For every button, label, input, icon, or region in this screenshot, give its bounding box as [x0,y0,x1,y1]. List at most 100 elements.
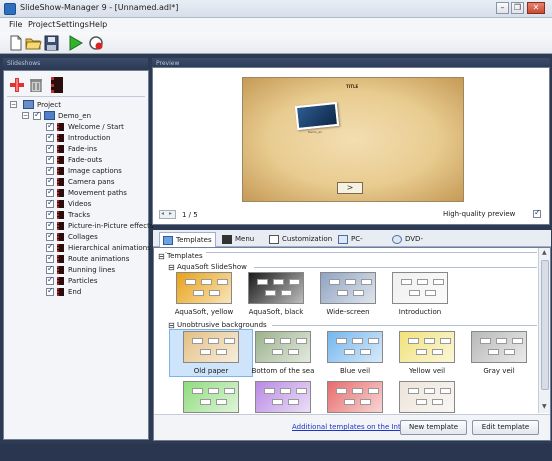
tree-root[interactable]: − Project [10,100,140,110]
gallery-footer: Additional templates on the Internet New… [154,414,550,440]
slide-next-arrow[interactable]: > [337,182,363,194]
scroll-down-icon[interactable]: ▼ [542,403,547,410]
tree-item[interactable]: Videos [46,198,146,209]
prev-page-icon[interactable]: ◂ [161,210,164,217]
tree-item-checkbox[interactable] [46,209,54,219]
tree-item-label: Image captions [68,167,122,175]
template-thumbnail[interactable] [248,272,304,304]
menu-settings[interactable]: Settings [56,20,89,29]
tree-item-checkbox[interactable] [46,231,54,241]
hq-preview-checkbox[interactable] [533,208,541,218]
template-thumbnail[interactable] [327,331,383,363]
menu-help[interactable]: Help [89,20,107,29]
delete-icon[interactable] [29,78,43,93]
tree-item[interactable]: End [46,286,146,297]
tree-item-checkbox[interactable] [46,176,54,186]
tree-item-checkbox[interactable] [46,121,54,131]
tree-item[interactable]: Movement paths [46,187,146,198]
play-icon[interactable] [67,35,84,51]
tree-item[interactable]: Hierarchical animations [46,242,151,253]
minimize-button[interactable]: – [496,2,509,14]
template-thumbnail[interactable] [327,381,383,413]
tab-templates[interactable]: Templates [159,232,216,247]
film-icon [57,211,64,219]
tree-item-checkbox[interactable] [46,165,54,175]
film-icon[interactable] [51,77,63,93]
mini-frame [193,290,204,296]
template-thumbnail[interactable] [183,381,239,413]
template-thumbnail[interactable] [399,381,455,413]
mini-frame [408,338,419,344]
template-thumbnail[interactable] [183,331,239,363]
tree-item[interactable]: Collages [46,231,146,242]
tab-customization[interactable]: Customization [266,232,332,247]
menu-project[interactable]: Project [28,20,55,29]
mini-frame [200,399,211,405]
pc-menu-icon [338,235,348,244]
open-folder-icon[interactable] [25,35,42,51]
slideshow-checkbox[interactable] [33,110,41,120]
template-thumbnail[interactable] [255,331,311,363]
mini-frame [192,338,203,344]
tree-item[interactable]: Fade-outs [46,154,146,165]
add-icon[interactable] [10,78,24,92]
tree-item[interactable]: Image captions [46,165,146,176]
template-label: Blue veil [339,367,371,375]
tree-item-checkbox[interactable] [46,154,54,164]
tree-item[interactable]: Route animations [46,253,146,264]
tree-item[interactable]: Tracks [46,209,146,220]
template-thumbnail[interactable] [392,272,448,304]
tree-item[interactable]: Particles [46,275,146,286]
tree-item-label: Videos [68,200,92,208]
scroll-thumb[interactable] [541,260,549,390]
tree-item-checkbox[interactable] [46,220,54,230]
tree-item-label: Movement paths [68,189,127,197]
tree-item[interactable]: Welcome / Start [46,121,146,132]
tree-item-checkbox[interactable] [46,132,54,142]
film-icon [57,145,64,153]
templates-collapse-icon[interactable]: ⊟ [158,252,165,261]
tab-dvd-menu[interactable]: DVD-Menu [389,232,445,258]
new-file-icon[interactable] [7,35,24,51]
template-thumbnail[interactable] [320,272,376,304]
film-icon [57,167,64,175]
menu-file[interactable]: File [9,20,22,29]
scroll-up-icon[interactable]: ▲ [542,249,547,256]
save-icon[interactable] [43,35,60,51]
tree-item-checkbox[interactable] [46,242,54,252]
collapse-icon[interactable]: − [22,112,29,119]
tree-item-checkbox[interactable] [46,286,54,296]
tree-item-checkbox[interactable] [46,143,54,153]
edit-template-button[interactable]: Edit template [472,420,539,435]
tree-item[interactable]: Picture-in-Picture effects [46,220,153,231]
close-button[interactable]: ✕ [527,2,545,14]
collapse-icon[interactable]: − [10,101,17,108]
tree-item[interactable]: Running lines [46,264,146,275]
tab-menu[interactable]: Menu [219,232,263,247]
tree-item-checkbox[interactable] [46,187,54,197]
template-thumbnail[interactable] [176,272,232,304]
mini-frame [192,388,203,394]
group1-label: AquaSoft SlideShow [177,263,247,271]
gallery-scrollbar[interactable]: ▲ ▼ [538,248,550,413]
template-thumbnail[interactable] [255,381,311,413]
tree-item-checkbox[interactable] [46,253,54,263]
record-icon[interactable] [88,35,105,51]
maximize-button[interactable]: ❐ [511,2,524,14]
tree-item[interactable]: Introduction [46,132,146,143]
tree-slideshow[interactable]: − Demo_en [22,110,142,121]
template-thumbnail[interactable] [399,331,455,363]
template-label: Gray veil [483,367,515,375]
mini-frame [408,388,419,394]
tree-item-checkbox[interactable] [46,198,54,208]
template-thumbnail[interactable] [471,331,527,363]
tree-item[interactable]: Fade-ins [46,143,146,154]
tab-pc-menu[interactable]: PC-Menu [335,232,385,258]
group1-collapse-icon[interactable]: ⊟ [168,263,175,272]
tree-item-checkbox[interactable] [46,275,54,285]
slide-preview: TITLE Demo_en > [242,77,464,202]
new-template-button[interactable]: New template [400,420,467,435]
next-page-icon[interactable]: ▸ [169,210,172,217]
tree-item-checkbox[interactable] [46,264,54,274]
tree-item[interactable]: Camera pans [46,176,146,187]
